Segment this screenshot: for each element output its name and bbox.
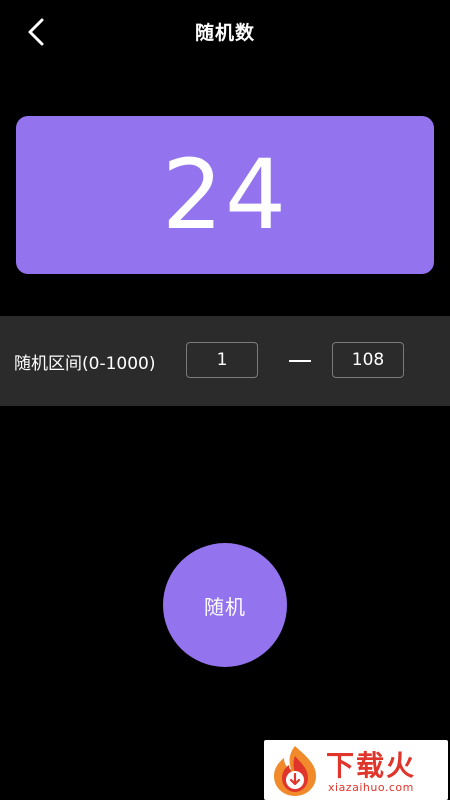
watermark-domain: xiazaihuo.com xyxy=(328,781,414,794)
range-bar: 随机区间(0-1000) xyxy=(0,316,450,406)
random-button[interactable]: 随机 xyxy=(163,543,287,667)
range-min-input[interactable] xyxy=(186,342,258,378)
result-card: 24 xyxy=(16,116,434,274)
header: 随机数 xyxy=(0,0,450,64)
flame-icon xyxy=(266,742,324,800)
range-label: 随机区间(0-1000) xyxy=(14,354,156,374)
random-number-screen: 随机数 24 随机区间(0-1000) 随机 下载火 xiazaihuo.com xyxy=(0,0,450,800)
range-separator xyxy=(289,360,311,362)
result-number: 24 xyxy=(161,139,289,251)
range-max-input[interactable] xyxy=(332,342,404,378)
page-title: 随机数 xyxy=(194,22,255,44)
watermark-logo: 下载火 xiazaihuo.com xyxy=(264,740,448,800)
watermark-brand: 下载火 xyxy=(326,749,417,782)
